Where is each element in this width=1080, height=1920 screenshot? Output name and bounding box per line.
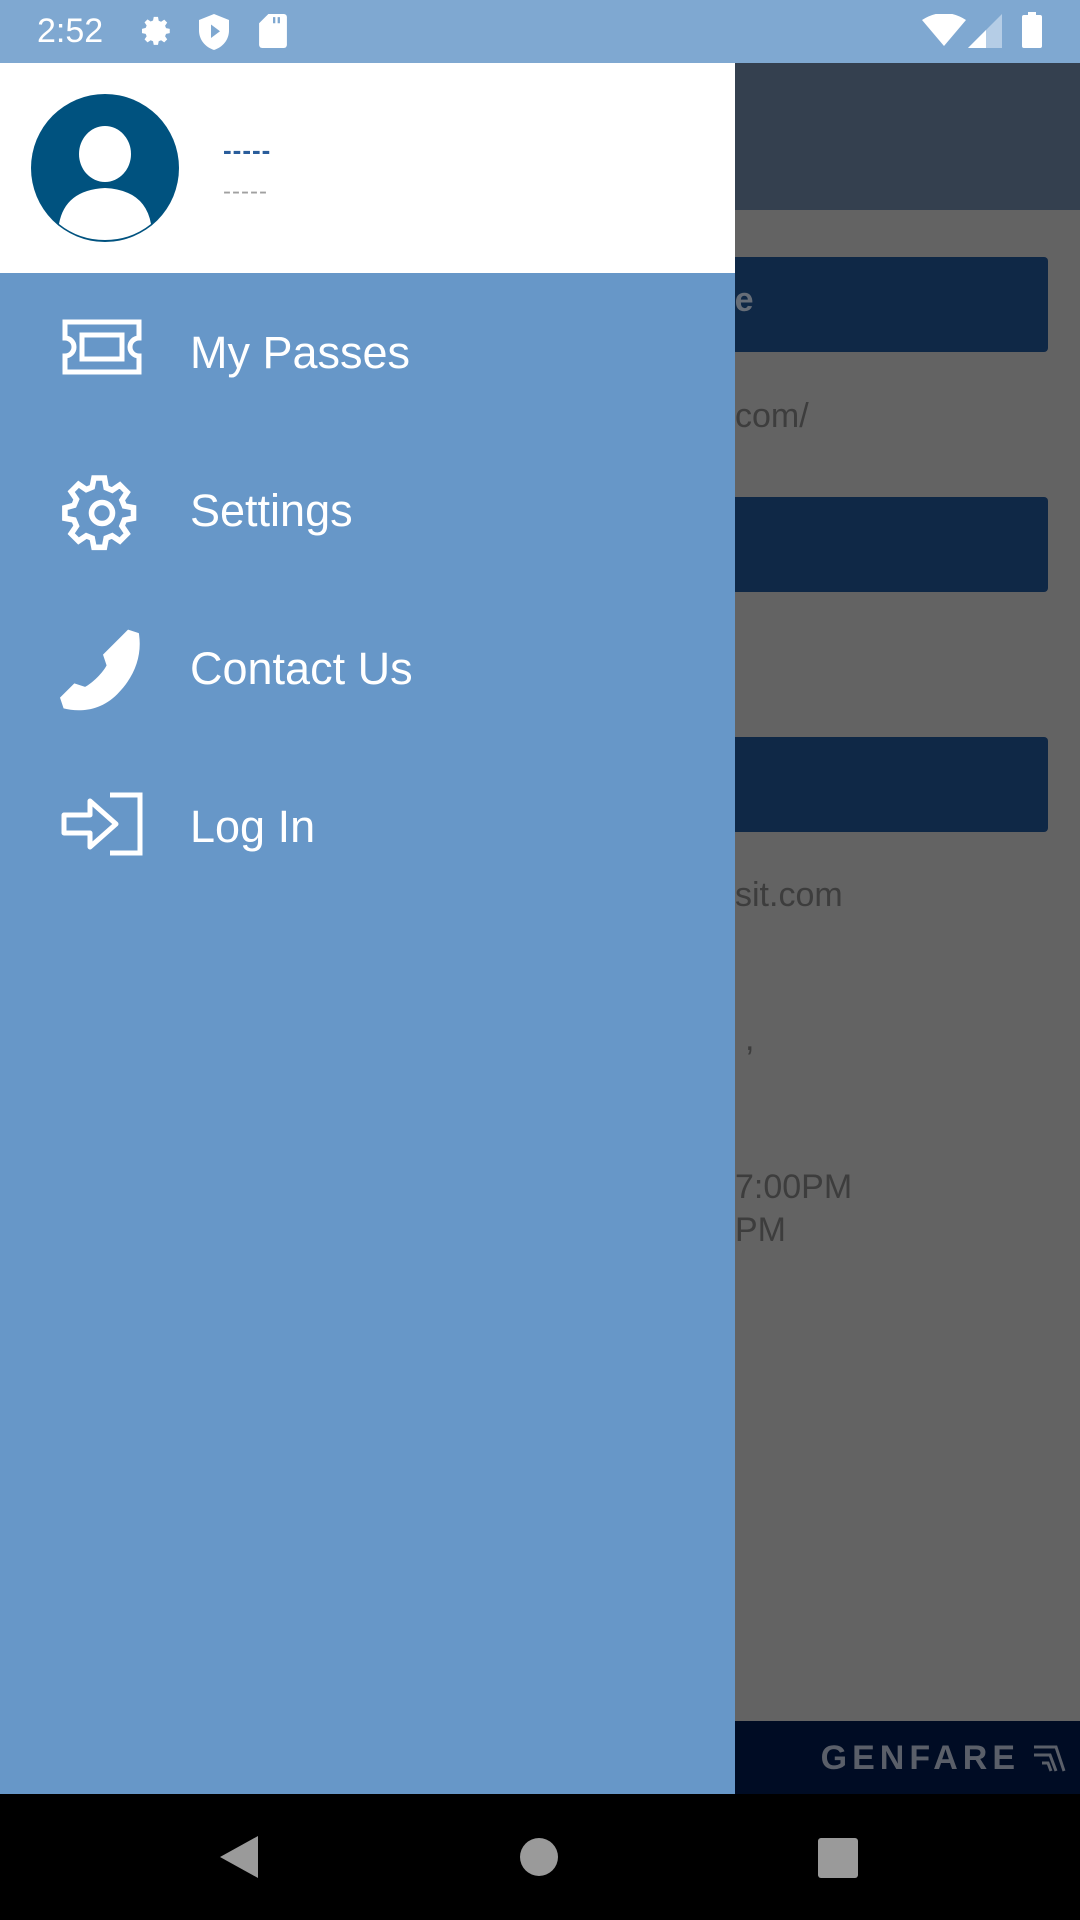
address-text: , <box>745 1020 755 1058</box>
menu-item-label: Settings <box>190 485 353 536</box>
back-icon[interactable] <box>218 1834 260 1880</box>
ticket-icon <box>62 319 142 375</box>
hours-text: 7:00PM <box>735 1168 853 1206</box>
website-text: com/ <box>735 397 809 435</box>
user-name: ----- <box>223 135 272 165</box>
battery-icon <box>1022 12 1042 48</box>
menu-item-settings[interactable]: Settings <box>0 438 735 588</box>
genfare-logo-icon <box>1034 1745 1066 1772</box>
avatar <box>31 94 179 242</box>
action-button-3[interactable] <box>735 737 1048 832</box>
footer: GENFARE <box>735 1721 1080 1794</box>
action-button-2[interactable] <box>735 497 1048 592</box>
menu-item-my-passes[interactable]: My Passes <box>0 280 735 430</box>
menu-item-label: Contact Us <box>190 643 413 694</box>
button-label: site <box>735 281 754 319</box>
home-icon[interactable] <box>520 1838 558 1876</box>
recents-icon[interactable] <box>818 1838 858 1878</box>
wifi-icon <box>922 14 966 46</box>
navigation-drawer: ----- ----- My Passes Settings Contact U… <box>0 63 735 1794</box>
gear-icon <box>62 475 137 551</box>
login-icon <box>61 792 143 856</box>
sd-card-icon <box>259 14 287 48</box>
status-time: 2:52 <box>37 12 104 50</box>
app-bar <box>735 63 1080 210</box>
signal-icon <box>968 14 1002 48</box>
navigation-bar <box>0 1794 1080 1920</box>
website-button[interactable]: site <box>735 257 1048 352</box>
status-bar: 2:52 <box>0 0 1080 63</box>
menu-item-log-in[interactable]: Log In <box>0 754 735 904</box>
email-text: sit.com <box>735 876 843 914</box>
gear-icon <box>141 16 170 45</box>
menu-item-label: My Passes <box>190 327 411 378</box>
menu-item-label: Log In <box>190 801 316 852</box>
user-subtitle: ----- <box>223 178 268 205</box>
shield-play-icon <box>199 14 229 50</box>
hours-text-2: PM <box>735 1211 786 1249</box>
phone-icon <box>60 629 140 711</box>
genfare-logo: GENFARE <box>820 1739 1020 1777</box>
background-screen: site com/ sit.com , 7:00PM PM GENFARE <box>735 63 1080 1794</box>
drawer-header: ----- ----- <box>0 63 735 273</box>
menu-item-contact-us[interactable]: Contact Us <box>0 596 735 746</box>
